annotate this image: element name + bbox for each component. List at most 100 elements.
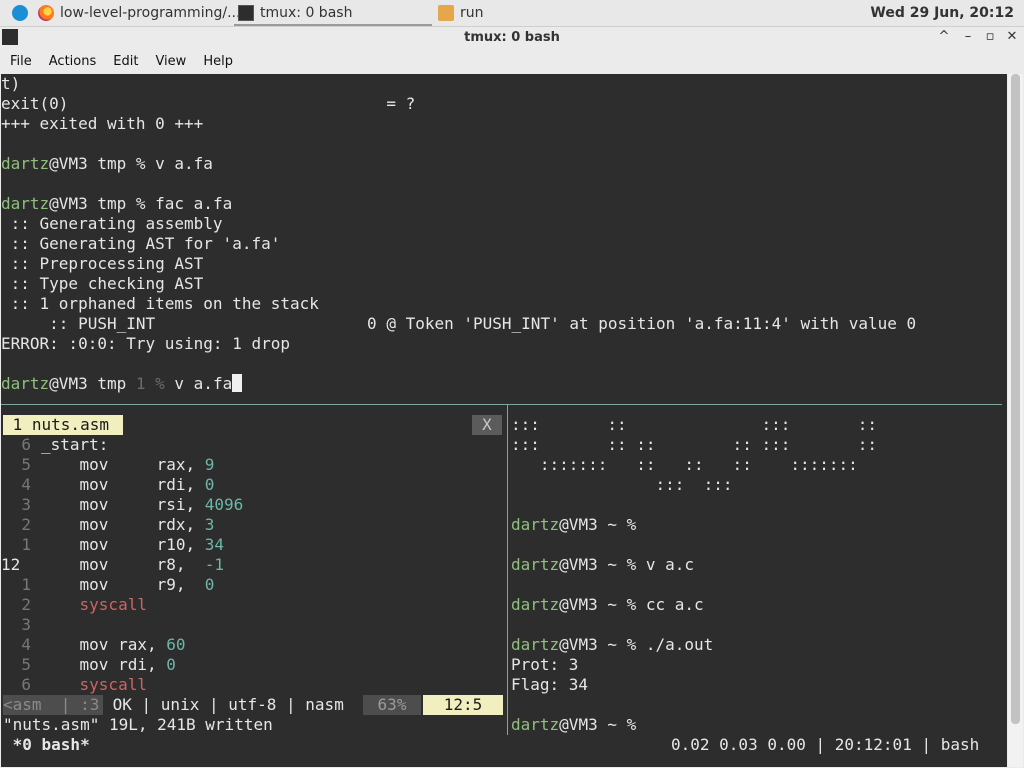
minimize-icon[interactable]: ^	[934, 29, 954, 44]
app-launcher-icon[interactable]	[12, 5, 28, 21]
line-number: 1	[21, 535, 31, 554]
prompt-line: dartz@VM3 tmp % fac a.fa	[1, 194, 232, 214]
status-info: OK | unix | utf-8 | nasm	[103, 695, 344, 714]
prompt-host: @VM3 tmp	[49, 194, 136, 213]
vim-tab-close-button[interactable]: X	[472, 415, 502, 435]
clock[interactable]: Wed 29 Jun, 20:12	[870, 5, 1014, 21]
ascii-art-line: ::: :: ::: ::	[511, 415, 878, 434]
line-number: 3	[21, 615, 31, 634]
prompt-user: dartz	[1, 154, 50, 173]
window-titlebar[interactable]: tmux: 0 bash ^ – ▫ ✕	[0, 27, 1024, 49]
menu-bar: File Actions Edit View Help	[0, 50, 1024, 73]
command: fac a.fa	[155, 194, 233, 213]
output-line: t)	[1, 74, 21, 93]
output-line: Prot: 3	[511, 655, 579, 674]
taskbar-label: run	[460, 5, 484, 21]
code-line: mov rax, 60	[41, 635, 186, 654]
command: v a.fa	[155, 154, 213, 173]
terminal-icon	[238, 5, 254, 21]
prompt-line: dartz@VM3 ~ % v a.c	[511, 555, 695, 574]
code-line: mov rsi, 4096	[41, 495, 244, 514]
prompt-line: dartz@VM3 ~ %	[511, 515, 646, 534]
taskbar-item-firefox[interactable]: low-level-programming/...	[38, 3, 240, 23]
menu-help[interactable]: Help	[193, 54, 240, 69]
vim-statusline: <asm | :3 OK | unix | utf-8 | nasm 63% 1…	[3, 695, 505, 715]
vim-tab-active[interactable]: 1 nuts.asm	[3, 415, 123, 435]
top-panel: low-level-programming/... tmux: 0 bash r…	[0, 0, 1024, 27]
line-number: 2	[21, 515, 31, 534]
status-position: 12:5	[423, 695, 503, 715]
code-line: mov r10, 34	[41, 535, 225, 554]
scrollbar-thumb[interactable]	[1011, 74, 1020, 724]
command-input[interactable]: v a.fa	[174, 374, 232, 393]
prompt-sep: %	[135, 154, 156, 173]
line-number: 3	[21, 495, 31, 514]
code-line: mov rdi, 0	[41, 655, 176, 674]
code-line: mov rdx, 3	[41, 515, 215, 534]
prompt-line-active[interactable]: dartz@VM3 tmp 1 % v a.fa	[1, 374, 243, 394]
prompt-host: @VM3 tmp	[49, 154, 136, 173]
tmux-window-tab[interactable]: *0 bash*	[3, 735, 90, 755]
scrollbar[interactable]	[1008, 74, 1023, 767]
status-percent: 63%	[363, 695, 421, 715]
prompt-line: dartz@VM3 ~ % cc a.c	[511, 595, 704, 614]
code-line-current: mov r8, -1	[41, 555, 225, 574]
output-line: :: Generating AST for 'a.fa'	[1, 234, 281, 253]
pane-divider-horizontal[interactable]	[1, 404, 1002, 405]
menu-actions[interactable]: Actions	[39, 54, 104, 69]
vim-message: "nuts.asm" 19L, 241B written	[3, 715, 273, 734]
line-number: 5	[21, 455, 31, 474]
text-cursor	[232, 374, 243, 392]
folder-icon	[438, 5, 454, 21]
prompt-user: dartz	[1, 194, 50, 213]
line-number: 2	[21, 595, 31, 614]
pane-divider-vertical[interactable]	[507, 405, 508, 735]
line-number: 4	[21, 635, 31, 654]
code-line: _start:	[41, 435, 109, 454]
line-number: 6	[21, 675, 31, 694]
prompt-user: dartz	[1, 374, 50, 393]
prompt-line[interactable]: dartz@VM3 ~ %	[511, 715, 646, 735]
output-line: +++ exited with 0 +++	[1, 114, 204, 133]
code-line: mov rax, 9	[41, 455, 215, 474]
menu-view[interactable]: View	[145, 54, 193, 69]
output-line: exit(0) = ?	[1, 94, 416, 113]
tmux-status-right: 0.02 0.03 0.00 | 20:12:01 | bash	[671, 735, 980, 754]
prompt-host: @VM3 tmp	[49, 374, 136, 393]
ascii-art-line: ::: :: :: :: ::: ::	[511, 435, 878, 454]
taskbar-label: tmux: 0 bash	[260, 5, 353, 21]
prompt-line: dartz@VM3 tmp % v a.fa	[1, 154, 213, 174]
firefox-icon	[38, 5, 54, 21]
error-line: ERROR: :0:0: Try using: 1 drop	[1, 334, 290, 353]
code-line: mov rdi, 0	[41, 475, 215, 494]
maximize-icon[interactable]: ▫	[980, 29, 1000, 44]
prompt-sep: %	[135, 194, 156, 213]
output-line: :: 1 orphaned items on the stack	[1, 294, 319, 313]
output-line: :: PUSH_INT 0 @ Token 'PUSH_INT' at posi…	[1, 314, 917, 333]
output-line: :: Preprocessing AST	[1, 254, 204, 273]
code-line: syscall	[79, 595, 147, 614]
taskbar-item-run[interactable]: run	[438, 3, 484, 23]
output-line: :: Type checking AST	[1, 274, 204, 293]
code-line: mov r9, 0	[41, 575, 215, 594]
status-mode: <asm | :3	[3, 695, 103, 715]
exit-code: 1	[135, 374, 156, 393]
terminal-area[interactable]: t) exit(0) = ? +++ exited with 0 +++ dar…	[1, 74, 1007, 767]
restore-icon[interactable]: –	[958, 29, 978, 44]
output-line: :: Generating assembly	[1, 214, 223, 233]
menu-edit[interactable]: Edit	[103, 54, 145, 69]
active-task-indicator	[234, 24, 432, 26]
taskbar-item-terminal[interactable]: tmux: 0 bash	[238, 3, 352, 23]
prompt-line: dartz@VM3 ~ % ./a.out	[511, 635, 714, 654]
line-number-current: 12	[1, 555, 21, 574]
menu-file[interactable]: File	[0, 54, 39, 69]
line-number: 1	[21, 575, 31, 594]
line-number: 5	[21, 655, 31, 674]
ascii-art-line: ::: :::	[511, 475, 733, 494]
ascii-art-line: ::::::: :: :: :: :::::::	[511, 455, 858, 474]
output-line: Flag: 34	[511, 675, 589, 694]
line-number: 4	[21, 475, 31, 494]
close-icon[interactable]: ✕	[1002, 29, 1022, 44]
line-number: 6	[21, 435, 31, 454]
prompt-sep: %	[155, 374, 175, 393]
